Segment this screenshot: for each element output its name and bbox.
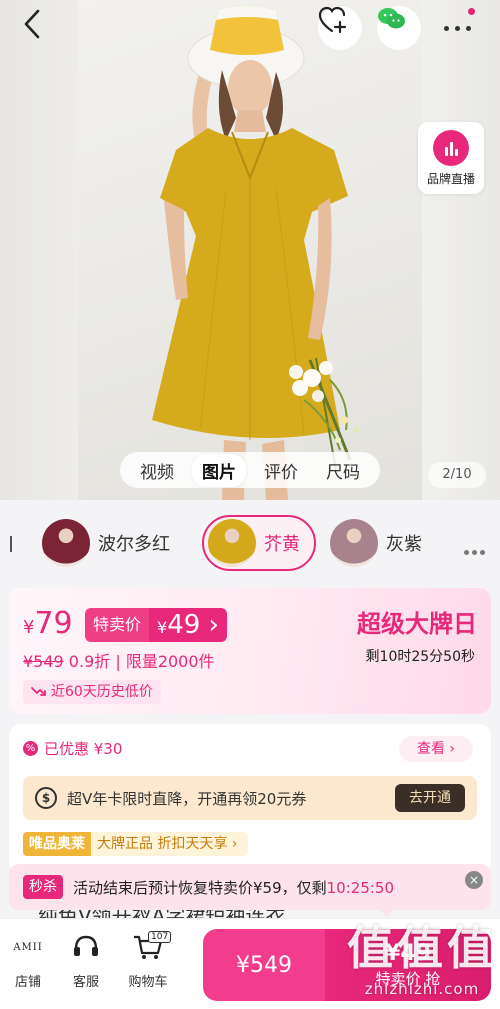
close-icon[interactable]: ×	[465, 871, 483, 889]
service-label: 客服	[72, 975, 99, 990]
buy-original-price-button[interactable]: ¥549	[203, 929, 325, 1001]
discount-row: % 已优惠 ¥30	[23, 738, 122, 759]
view-discount-button[interactable]: 查看 ›	[399, 736, 473, 762]
dot-icon	[479, 550, 485, 555]
current-price: ¥79	[23, 606, 73, 641]
sale-price-value: ¥49 ›	[149, 608, 227, 642]
cart-count: 107	[148, 931, 172, 943]
discount-and-limit: 0.9折 | 限量2000件	[63, 652, 215, 671]
store-label: 店铺	[14, 975, 41, 990]
outlet-authentic-row[interactable]: 唯品奥莱 大牌正品 折扣天天享 ›	[23, 832, 248, 856]
tab-size[interactable]: 尺码	[316, 454, 370, 487]
dot-icon	[471, 550, 477, 555]
color-option-mustard[interactable]: 芥黄	[202, 515, 316, 571]
notification-dot	[468, 8, 475, 15]
customer-service-button[interactable]: 客服	[58, 929, 114, 990]
banner-pointer	[380, 910, 394, 917]
heart-plus-icon	[318, 6, 347, 34]
flash-sale-text: 活动结束后预计恢复特卖价¥59，仅剩10:25:50	[73, 878, 395, 897]
countdown-timer: 剩10时25分50秒	[365, 649, 475, 665]
sale-price-label: 特卖价	[85, 608, 150, 642]
color-option-grey-purple[interactable]: 灰紫	[326, 515, 436, 571]
dot-icon	[443, 25, 449, 31]
back-button[interactable]	[20, 8, 60, 48]
more-colors-button[interactable]	[462, 540, 486, 559]
authentic-text: 大牌正品 折扣天天享 ›	[91, 832, 248, 856]
tab-reviews[interactable]: 评价	[254, 454, 308, 487]
image-counter: 2/10	[428, 462, 486, 488]
price-card: ¥79 特卖价 ¥49 › ¥549 0.9折 | 限量2000件 近60天历史…	[9, 588, 491, 714]
live-bars-icon	[433, 130, 469, 166]
chevron-left-icon	[24, 9, 40, 39]
percent-icon: %	[23, 741, 38, 756]
store-logo-icon: AMII	[13, 941, 43, 953]
color-name: 灰紫	[386, 534, 422, 555]
tab-images[interactable]: 图片	[192, 453, 246, 487]
dot-icon	[465, 25, 471, 31]
store-button[interactable]: AMII 店铺	[0, 929, 56, 991]
brand-live-label: 品牌直播	[426, 172, 475, 186]
product-image-gallery[interactable]: 品牌直播 视频 图片 评价 尺码 2/10	[0, 0, 500, 500]
open-vip-button[interactable]: 去开通	[395, 784, 465, 812]
outlet-badge: 唯品奥莱	[23, 832, 91, 856]
tab-video[interactable]: 视频	[130, 454, 184, 487]
media-tab-bar: 视频 图片 评价 尺码	[120, 452, 380, 488]
sale-price-tag[interactable]: 特卖价 ¥49 ›	[85, 608, 227, 642]
color-option-bordeaux[interactable]: 波尔多红	[38, 515, 184, 571]
dot-icon	[454, 25, 460, 31]
wechat-icon	[378, 8, 405, 29]
more-options-button[interactable]	[432, 10, 482, 46]
headset-icon	[74, 935, 98, 956]
brand-day-title: 超级大牌日	[357, 610, 477, 638]
original-price: ¥549	[23, 652, 64, 671]
flash-sale-tag: 秒杀	[23, 875, 63, 899]
model-illustration	[152, 6, 359, 500]
trend-down-icon	[31, 687, 46, 696]
color-thumbnail	[330, 519, 378, 567]
brand-live-button[interactable]: 品牌直播	[418, 122, 484, 194]
flash-time-left: 10:25:50	[326, 878, 395, 897]
history-low-badge: 近60天历史低价	[23, 680, 161, 704]
color-name: 芥黄	[264, 534, 300, 555]
cart-button[interactable]: 107 购物车	[120, 929, 176, 990]
color-name: 波尔多红	[98, 534, 170, 555]
original-price-line: ¥549 0.9折 | 限量2000件	[23, 648, 215, 672]
color-thumbnail	[42, 519, 90, 567]
wechat-share-button[interactable]	[377, 6, 421, 50]
flash-sale-banner: 秒杀 活动结束后预计恢复特卖价¥59，仅剩10:25:50 ×	[9, 864, 491, 910]
vip-card-banner[interactable]: $ 超V年卡限时直降，开通再领20元券 去开通	[23, 776, 477, 820]
color-thumbnail	[208, 519, 256, 567]
scroll-edge	[10, 536, 12, 552]
vip-coin-icon: $	[35, 787, 57, 809]
color-selector: 波尔多红 芥黄 灰紫	[0, 505, 500, 581]
watermark: 值值值 zhizhizhi.com	[347, 921, 497, 998]
cart-label: 购物车	[128, 975, 168, 990]
coupon-section: % 已优惠 ¥30 查看 › $ 超V年卡限时直降，开通再领20元券 去开通 唯…	[9, 724, 491, 874]
favorite-button[interactable]	[318, 6, 362, 50]
dot-icon	[463, 550, 469, 555]
vip-promo-text: 超V年卡限时直降，开通再领20元券	[67, 789, 307, 808]
